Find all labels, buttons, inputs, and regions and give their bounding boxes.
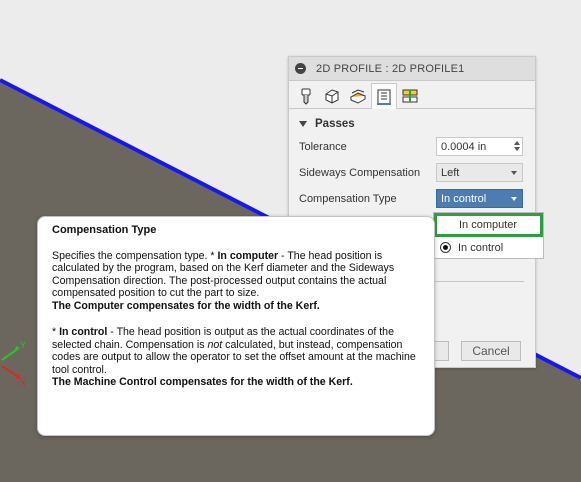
sideways-compensation-value: Left: [441, 166, 460, 179]
x-axis-label: X: [20, 378, 26, 388]
passes-section-title: Passes: [315, 118, 355, 130]
tolerance-label: Tolerance: [299, 141, 347, 153]
cancel-button[interactable]: Cancel: [461, 341, 521, 361]
option-in-computer-label: In computer: [459, 219, 518, 231]
y-axis-label: Y: [20, 340, 26, 350]
compensation-type-label: Compensation Type: [299, 193, 397, 205]
tolerance-value: 0.0004 in: [441, 140, 487, 153]
geometry-icon: [325, 89, 339, 104]
dialog-title: 2D PROFILE : 2D PROFILE1: [316, 62, 465, 75]
tolerance-row: Tolerance 0.0004 in: [289, 134, 535, 160]
tooltip-term-in-control: In control: [59, 326, 108, 338]
tooltip-summary-control: The Machine Control compensates for the …: [52, 376, 353, 388]
sideways-compensation-label: Sideways Compensation: [299, 167, 421, 179]
option-in-control-label: In control: [458, 242, 504, 254]
tooltip-term-in-computer: In computer: [217, 249, 279, 262]
chevron-down-icon: [511, 197, 517, 201]
tool-icon: [301, 88, 311, 105]
compensation-type-row: Compensation Type In control: [289, 186, 535, 212]
tab-tool[interactable]: [293, 83, 319, 109]
tolerance-spinner[interactable]: [513, 139, 521, 154]
compensation-type-tooltip: Compensation Type Specifies the compensa…: [37, 216, 435, 436]
tooltip-paragraph-control: * In control - The head position is outp…: [52, 326, 420, 389]
divider: [434, 281, 524, 282]
tooltip-text: Specifies the compensation type. *: [52, 249, 218, 262]
dialog-header[interactable]: 2D PROFILE : 2D PROFILE1: [289, 57, 535, 81]
passes-section-header[interactable]: Passes: [289, 114, 535, 134]
chevron-down-icon: [511, 171, 517, 175]
dialog-tabs: [289, 81, 535, 109]
spin-up-icon[interactable]: [514, 141, 520, 145]
passes-icon: [377, 89, 391, 105]
tooltip-paragraph-computer: Specifies the compensation type. * In co…: [52, 250, 420, 313]
tolerance-input[interactable]: 0.0004 in: [436, 137, 523, 156]
tooltip-emphasis: not: [207, 338, 223, 351]
tab-linking[interactable]: [397, 83, 423, 109]
sideways-compensation-select[interactable]: Left: [436, 163, 523, 182]
option-in-computer[interactable]: In computer: [434, 213, 543, 237]
tab-geometry[interactable]: [319, 83, 345, 109]
compensation-type-value: In control: [441, 192, 487, 205]
radio-selected-icon: [440, 242, 451, 253]
sideways-compensation-row: Sideways Compensation Left: [289, 160, 535, 186]
collapse-arrow-icon: [299, 121, 307, 127]
compensation-type-dropdown: In computer In control: [433, 212, 544, 259]
tab-heights[interactable]: [345, 83, 371, 109]
collapse-icon[interactable]: [295, 63, 306, 74]
spin-down-icon[interactable]: [514, 147, 520, 151]
linking-icon: [402, 89, 418, 103]
compensation-type-select[interactable]: In control: [436, 189, 523, 208]
tooltip-title: Compensation Type: [52, 224, 157, 236]
option-in-control[interactable]: In control: [434, 237, 543, 259]
tooltip-summary-computer: The Computer compensates for the width o…: [52, 299, 320, 312]
tab-passes[interactable]: [371, 83, 397, 109]
heights-icon: [349, 89, 367, 104]
